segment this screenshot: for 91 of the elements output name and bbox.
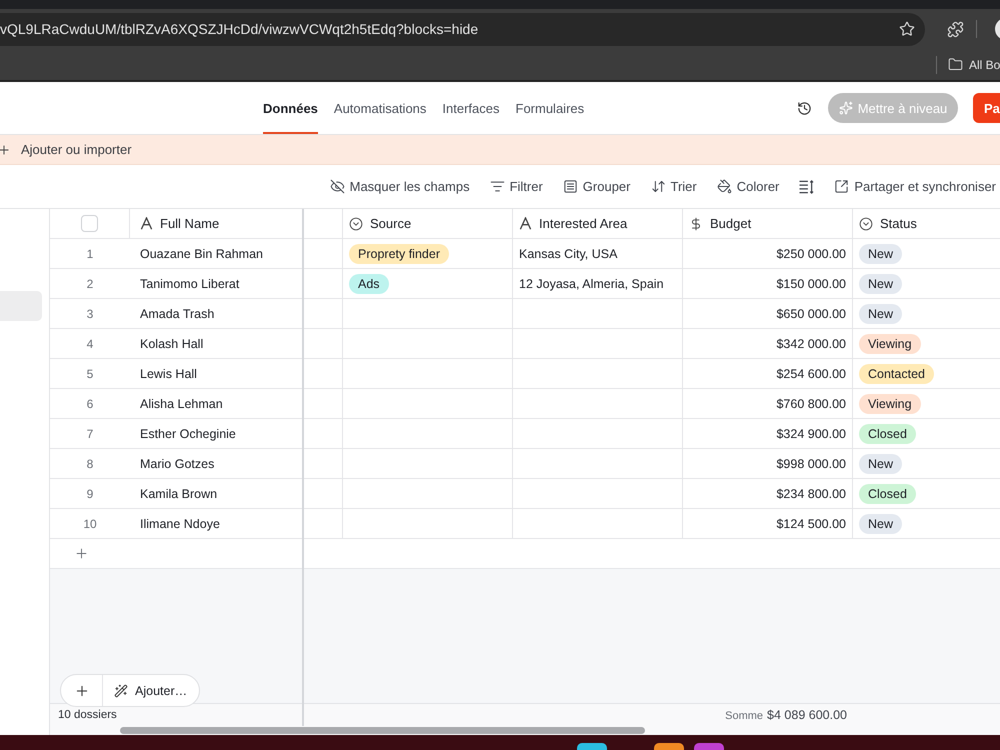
row-number: 10 [82, 516, 98, 532]
sum-label: Somme [725, 710, 764, 722]
status-tag: New [859, 454, 902, 474]
history-icon[interactable] [797, 100, 812, 116]
row-number: 9 [86, 486, 94, 502]
row-number: 2 [86, 276, 94, 292]
dock-app-icon[interactable] [577, 743, 607, 750]
paint-bucket-icon [716, 179, 732, 194]
primary-button[interactable]: Pa [973, 93, 1000, 123]
bookmark-folder[interactable]: All Bo [948, 57, 1000, 72]
star-icon[interactable] [899, 21, 915, 37]
chevron-circle-icon [349, 216, 363, 230]
table-cell-text: Mario Gotzes [139, 456, 216, 472]
column-header[interactable]: Interested Area [513, 209, 683, 238]
toolbar-button[interactable]: Filtrer [490, 179, 543, 194]
puzzle-icon[interactable] [947, 20, 964, 38]
status-tag: New [859, 304, 902, 324]
table-cell-text: Esther Ocheginie [139, 426, 237, 443]
address-bar[interactable]: vQL9LRaCwduUM/tblRZvA6XQSZJHcDd/viwzwVCWqt2h5tEdq?blocks=hide [0, 12, 925, 46]
dock-app-icon[interactable] [694, 743, 724, 750]
toolbar-button[interactable]: Partager et synchroniser [834, 179, 996, 194]
row-number: 6 [86, 396, 94, 412]
dollar-icon [689, 216, 703, 230]
external-link-icon [834, 179, 850, 194]
record-count: 10 dossiers [57, 709, 117, 721]
table-cell: $150 000.00 [683, 269, 853, 298]
status-tag: New [859, 514, 902, 534]
scrollbar-thumb[interactable] [120, 727, 645, 734]
add-button[interactable]: Ajouter… [103, 675, 200, 706]
eye-slash-icon [330, 179, 345, 194]
sparkles-icon [838, 101, 853, 115]
status-tag: Closed [859, 424, 916, 444]
row-number: 1 [86, 246, 94, 262]
source-tag: Proprety finder [349, 244, 449, 264]
table-cell: $342 000.00 [683, 329, 853, 358]
status-tag: New [859, 244, 902, 264]
folder-icon [948, 57, 963, 72]
table-cell: 12 Joyasa, Almeria, Spain [513, 269, 683, 298]
row-number: 5 [86, 366, 94, 382]
table-cell: $254 600.00 [683, 359, 853, 388]
table-cell-text: Ouazane Bin Rahman [139, 246, 264, 262]
plus-icon [74, 546, 89, 561]
status-tag: Viewing [859, 334, 921, 354]
table-cell: $124 500.00 [683, 509, 853, 538]
table-cell: Kansas City, USA [513, 239, 683, 268]
table-cell-text: Alisha Lehman [139, 396, 224, 412]
dock-app-icon[interactable] [654, 743, 684, 750]
row-number: 3 [86, 306, 94, 322]
nav-tab[interactable]: Interfaces [442, 82, 500, 134]
column-header[interactable]: Budget [683, 209, 853, 238]
table-cell-text: Kamila Brown [139, 486, 218, 502]
row-number: 7 [86, 426, 94, 442]
table-cell: $760 800.00 [683, 389, 853, 418]
column-header[interactable]: Source [343, 209, 513, 238]
toolbar-button[interactable]: Trier [650, 179, 697, 194]
nav-tab[interactable]: Automatisations [334, 82, 426, 134]
filter-icon [490, 179, 505, 194]
table-cell-text: Amada Trash [139, 306, 216, 322]
status-tag: Closed [859, 484, 916, 504]
status-tag: New [859, 274, 902, 294]
column-header[interactable]: Full Name [130, 209, 302, 238]
sum-value: $4 089 600.00 [767, 708, 847, 722]
column-header[interactable]: Status [853, 209, 1000, 238]
row-height-icon[interactable] [799, 180, 814, 194]
sort-icon [650, 179, 666, 194]
toolbar-button[interactable]: Masquer les champs [330, 179, 470, 194]
magic-wand-icon [114, 684, 128, 698]
status-tag: Viewing [859, 394, 921, 414]
table-cell: $250 000.00 [683, 239, 853, 268]
table-cell: $324 900.00 [683, 419, 853, 448]
table-cell-text: Tanimomo Liberat [139, 276, 240, 292]
table-cell: $650 000.00 [683, 299, 853, 328]
row-number: 8 [86, 456, 94, 472]
source-tag: Ads [349, 274, 389, 294]
chevron-circle-icon [859, 216, 873, 230]
nav-tab[interactable]: Formulaires [516, 82, 584, 134]
toolbar-button[interactable]: Colorer [716, 179, 780, 194]
text-field-icon [519, 217, 532, 230]
plus-icon [0, 142, 11, 156]
status-tag: Contacted [859, 364, 934, 384]
text-field-icon [140, 217, 153, 230]
table-cell: $998 000.00 [683, 449, 853, 478]
row-number: 4 [86, 336, 94, 352]
select-all-checkbox[interactable] [81, 215, 98, 232]
table-cell-text: Kolash Hall [139, 336, 204, 352]
table-cell: $234 800.00 [683, 479, 853, 508]
list-box-icon [562, 179, 578, 194]
table-cell-text: Lewis Hall [139, 366, 198, 382]
table-cell-text: Ilimane Ndoye [139, 516, 221, 533]
toolbar-button[interactable]: Grouper [562, 179, 630, 194]
add-import-button[interactable]: Ajouter ou importer [0, 142, 132, 157]
